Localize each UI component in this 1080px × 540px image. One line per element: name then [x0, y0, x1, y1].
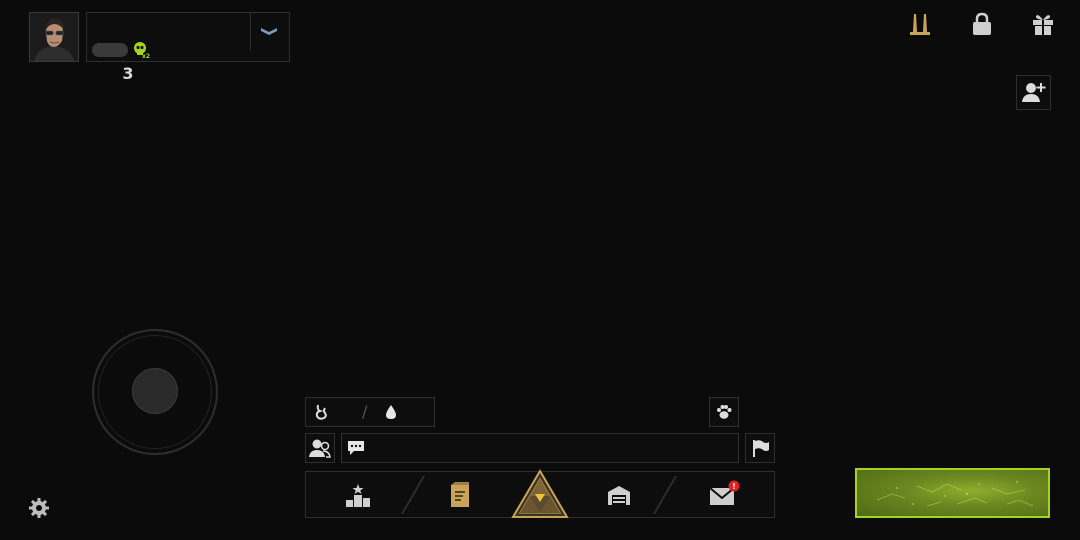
water-drop-icon	[383, 402, 399, 422]
player-avatar[interactable]	[29, 12, 79, 62]
gift-icon[interactable]	[1029, 10, 1057, 38]
flag-button[interactable]	[745, 433, 775, 463]
podium-icon[interactable]	[344, 482, 372, 508]
paw-icon	[717, 405, 732, 419]
tower-icon[interactable]	[906, 10, 934, 38]
skull-badge-icon: x2	[132, 41, 150, 59]
flag-icon	[753, 440, 769, 457]
blueprint-icon[interactable]	[449, 481, 471, 509]
rank-glyph: 3	[122, 64, 134, 83]
status-separator: /	[362, 402, 368, 421]
triangle-emblem-icon[interactable]	[511, 469, 569, 519]
level-pill	[92, 43, 128, 57]
mail-icon[interactable]: !	[708, 480, 742, 508]
chat-input-bar[interactable]	[341, 433, 739, 463]
chat-bubble-icon	[346, 439, 366, 457]
garage-icon[interactable]	[606, 483, 632, 507]
add-friend-icon	[1022, 83, 1046, 102]
survivor-portrait-icon	[30, 13, 78, 61]
party-button[interactable]	[305, 433, 335, 463]
lock-icon[interactable]	[968, 10, 996, 38]
profile-divider	[250, 13, 251, 51]
mail-alert-text: !	[732, 482, 736, 491]
svg-text:x2: x2	[142, 53, 150, 59]
gear-icon[interactable]	[27, 496, 51, 520]
rank-chevron-icon[interactable]	[258, 24, 280, 40]
party-icon	[309, 439, 331, 458]
joystick-knob[interactable]	[132, 368, 178, 414]
pet-button[interactable]	[709, 397, 739, 427]
stomach-icon	[312, 402, 332, 422]
add-friend-button[interactable]	[1016, 75, 1051, 110]
action-button-texture	[876, 481, 1034, 507]
